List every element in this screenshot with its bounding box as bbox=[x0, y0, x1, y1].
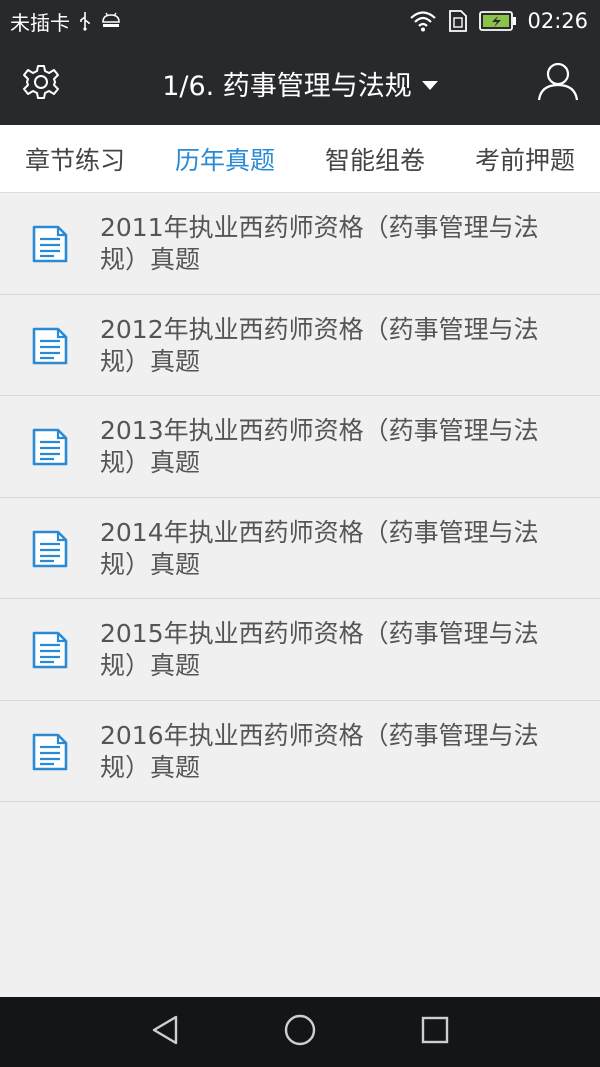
caret-down-icon bbox=[421, 80, 438, 90]
paper-title: 2014年执业西药师资格（药事管理与法规）真题 bbox=[100, 517, 539, 579]
subject-selector[interactable]: 1/6. 药事管理与法规 bbox=[162, 64, 438, 103]
list-item[interactable]: 2014年执业西药师资格（药事管理与法规）真题 bbox=[0, 498, 600, 599]
usb-icon bbox=[78, 11, 92, 31]
gear-icon bbox=[22, 63, 60, 105]
document-icon bbox=[32, 733, 68, 771]
carrier-text: 未插卡 bbox=[10, 10, 70, 35]
list-item[interactable]: 2011年执业西药师资格（药事管理与法规）真题 bbox=[0, 193, 600, 295]
app-bar: 1/6. 药事管理与法规 bbox=[0, 42, 600, 125]
wifi-icon bbox=[409, 10, 437, 32]
tab-past-exams[interactable]: 历年真题 bbox=[150, 141, 300, 177]
user-icon bbox=[537, 60, 579, 106]
recents-icon bbox=[420, 1015, 450, 1049]
paper-title: 2015年执业西药师资格（药事管理与法规）真题 bbox=[100, 619, 539, 680]
tab-bar: 章节练习 历年真题 智能组卷 考前押题 bbox=[0, 125, 600, 193]
battery-charging-icon bbox=[479, 10, 517, 32]
paper-list: 2011年执业西药师资格（药事管理与法规）真题 2012年执业西药师资格（药事管… bbox=[0, 193, 600, 802]
page-title: 1/6. 药事管理与法规 bbox=[162, 71, 412, 102]
document-icon bbox=[32, 327, 68, 365]
back-icon bbox=[150, 1014, 180, 1050]
status-left: 未插卡 bbox=[10, 7, 122, 36]
document-icon bbox=[32, 530, 68, 568]
document-icon bbox=[32, 428, 68, 466]
navigation-bar bbox=[0, 997, 600, 1067]
profile-button[interactable] bbox=[536, 61, 580, 105]
paper-title: 2012年执业西药师资格（药事管理与法规）真题 bbox=[100, 314, 539, 376]
document-icon bbox=[32, 631, 68, 669]
list-item[interactable]: 2016年执业西药师资格（药事管理与法规）真题 bbox=[0, 701, 600, 802]
paper-title: 2013年执业西药师资格（药事管理与法规）真题 bbox=[100, 416, 539, 477]
list-item[interactable]: 2013年执业西药师资格（药事管理与法规）真题 bbox=[0, 396, 600, 498]
clock-text: 02:26 bbox=[527, 9, 588, 33]
app-screen: 未插卡 02:26 1/6. 药事管理与法规 章节练习 历年真题 智能组卷 考前… bbox=[0, 0, 600, 1067]
home-icon bbox=[283, 1013, 317, 1051]
android-debug-icon bbox=[100, 11, 122, 31]
paper-title: 2011年执业西药师资格（药事管理与法规）真题 bbox=[100, 213, 539, 274]
back-button[interactable] bbox=[145, 1012, 185, 1052]
recents-button[interactable] bbox=[415, 1012, 455, 1052]
settings-button[interactable] bbox=[20, 63, 62, 105]
status-right: 02:26 bbox=[409, 9, 588, 33]
paper-title: 2016年执业西药师资格（药事管理与法规）真题 bbox=[100, 720, 539, 782]
sim-icon bbox=[447, 9, 469, 33]
document-icon bbox=[32, 225, 68, 263]
tab-pre-exam-predictions[interactable]: 考前押题 bbox=[450, 141, 600, 177]
tab-chapter-practice[interactable]: 章节练习 bbox=[0, 141, 150, 177]
list-item[interactable]: 2015年执业西药师资格（药事管理与法规）真题 bbox=[0, 599, 600, 701]
home-button[interactable] bbox=[280, 1012, 320, 1052]
list-item[interactable]: 2012年执业西药师资格（药事管理与法规）真题 bbox=[0, 295, 600, 396]
tab-smart-paper[interactable]: 智能组卷 bbox=[300, 141, 450, 177]
status-bar: 未插卡 02:26 bbox=[0, 0, 600, 42]
